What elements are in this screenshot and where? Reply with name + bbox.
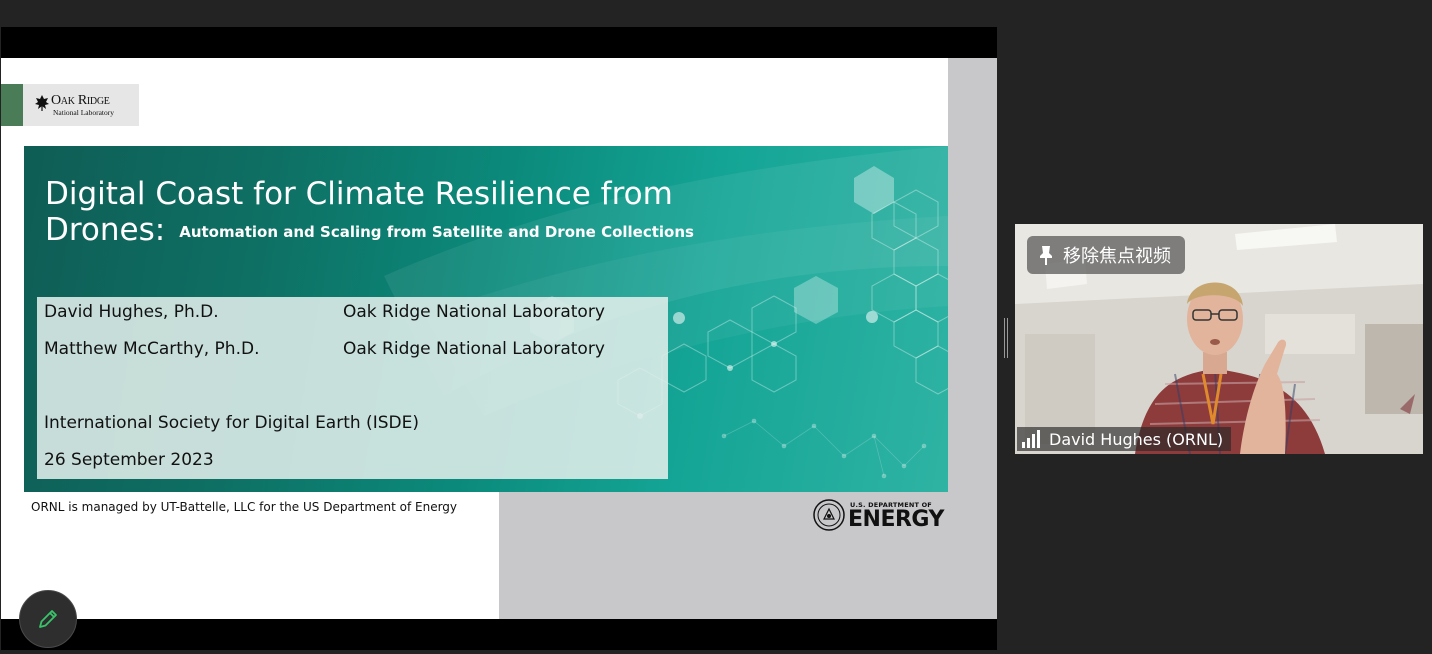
event-date: 26 September 2023: [44, 450, 214, 470]
participant-name: David Hughes (ORNL): [1049, 429, 1224, 449]
unpin-video-label: 移除焦点视频: [1063, 246, 1171, 267]
author-info-box: David Hughes, Ph.D. Oak Ridge National L…: [37, 297, 668, 479]
event-name: International Society for Digital Earth …: [44, 413, 419, 433]
slide-title-line1: Digital Coast for Climate Resilience fro…: [45, 176, 673, 212]
slide-footer: ORNL is managed by UT-Battelle, LLC for …: [31, 500, 458, 514]
author-org: Oak Ridge National Laboratory: [343, 339, 605, 359]
author-name: David Hughes, Ph.D.: [44, 302, 219, 322]
logo-subtitle: National Laboratory: [53, 108, 115, 117]
participant-name-tag: David Hughes (ORNL): [1017, 427, 1232, 451]
doe-seal-icon: [813, 499, 845, 531]
title-banner: Digital Coast for Climate Resilience fro…: [24, 146, 948, 492]
annotate-button[interactable]: [19, 590, 77, 648]
shared-screen: Oak Ridge National Laboratory Digital Co…: [1, 27, 997, 650]
pencil-icon: [39, 610, 57, 628]
ornl-logo: Oak Ridge National Laboratory: [1, 84, 139, 126]
panel-splitter[interactable]: [1003, 318, 1009, 358]
participant-video[interactable]: 移除焦点视频 David Hughes (ORNL): [1015, 224, 1423, 454]
slide-title: Digital Coast for Climate Resilience fro…: [45, 176, 745, 250]
doe-logo: U.S. DEPARTMENT OF ENERGY: [813, 498, 949, 534]
unpin-video-button[interactable]: 移除焦点视频: [1027, 236, 1185, 274]
presentation-slide: Oak Ridge National Laboratory Digital Co…: [1, 58, 997, 619]
author-name: Matthew McCarthy, Ph.D.: [44, 339, 260, 359]
slide-title-line2: Drones:: [45, 212, 166, 248]
logo-green-bar: [1, 84, 23, 126]
leaf-icon: [35, 95, 49, 111]
pin-icon: [1040, 246, 1052, 265]
doe-label-big: ENERGY: [848, 507, 944, 532]
author-org: Oak Ridge National Laboratory: [343, 302, 605, 322]
logo-name: Oak Ridge: [51, 93, 110, 108]
slide-subtitle: Automation and Scaling from Satellite an…: [179, 223, 694, 241]
signal-bars-icon: [1022, 430, 1040, 448]
